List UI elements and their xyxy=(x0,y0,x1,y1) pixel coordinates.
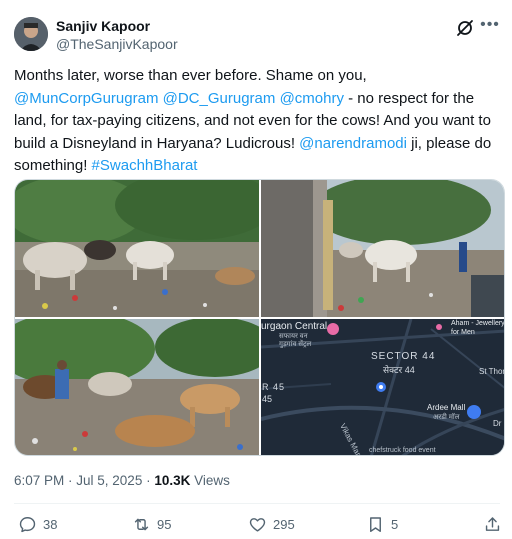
mention-muncorpgurugram[interactable]: @MunCorpGurugram xyxy=(14,90,158,107)
tweet-timestamp[interactable]: 6:07 PM · Jul 5, 2025 · xyxy=(14,473,154,488)
photo-cows-street[interactable] xyxy=(261,180,504,317)
mention-narendramodi[interactable]: @narendramodi xyxy=(299,135,407,152)
handle[interactable]: @TheSanjivKapoor xyxy=(56,35,178,53)
map-label-sector-44-local: सेक्टर 44 xyxy=(383,365,415,375)
heart-icon xyxy=(249,517,266,532)
mention-dc-gurugram[interactable]: @DC_Gurugram xyxy=(163,90,276,107)
repost-count: 95 xyxy=(157,516,172,532)
like-count: 295 xyxy=(273,516,295,532)
reply-button[interactable]: 38 xyxy=(18,513,57,535)
mention-cmohry[interactable]: @cmohry xyxy=(280,90,344,107)
photo-cows-garbage-2[interactable] xyxy=(15,319,259,455)
tweet-text: Months later, worse than ever before. Sh… xyxy=(14,65,504,178)
reply-count: 38 xyxy=(43,516,58,532)
share-button[interactable] xyxy=(483,513,502,535)
map-label-gurgaon-central: urgaon Central xyxy=(261,321,328,332)
more-dots-icon[interactable]: ••• xyxy=(480,17,500,37)
repost-button[interactable]: 95 xyxy=(132,513,171,535)
action-bar: 38 95 295 5 xyxy=(14,513,500,535)
tweet-text-segment: Months later, worse than ever before. Sh… xyxy=(14,67,367,84)
tweet-header: Sanjiv Kapoor @TheSanjivKapoor ••• xyxy=(14,14,500,54)
user-block: Sanjiv Kapoor @TheSanjivKapoor xyxy=(56,17,178,53)
media-grid: urgaon Central सफायर वन गुड़गांव सेंट्रल… xyxy=(14,179,505,456)
map-label-aham-line2: for Men xyxy=(451,329,475,336)
map-label-sector-45: R 45 xyxy=(262,382,286,392)
divider xyxy=(14,503,500,504)
display-name[interactable]: Sanjiv Kapoor xyxy=(56,17,178,35)
hashtag-swachhbharat[interactable]: #SwachhBharat xyxy=(92,157,198,174)
photo-map-screenshot[interactable]: urgaon Central सफायर वन गुड़गांव सेंट्रल… xyxy=(261,319,505,455)
map-label-chefstruck: chefstruck food event xyxy=(369,447,436,454)
reply-icon xyxy=(19,516,36,532)
map-label-st-thomas: St Thom xyxy=(479,367,504,376)
photo-cows-garbage-1[interactable] xyxy=(15,180,259,317)
share-icon xyxy=(485,516,500,531)
map-label-aham: Aham - Jewellery xyxy=(451,320,505,327)
repost-icon xyxy=(134,518,149,530)
grok-icon[interactable] xyxy=(456,19,474,37)
map-label-ardee-mall-local: अरडी मॉल xyxy=(433,414,460,421)
like-button[interactable]: 295 xyxy=(248,513,295,535)
map-label-gurgaon-central-local: गुड़गांव सेंट्रल xyxy=(279,341,312,348)
map-label-sector-44: SECTOR 44 xyxy=(371,351,436,362)
bookmark-button[interactable]: 5 xyxy=(366,513,398,535)
map-label-sector-45-line2: 45 xyxy=(262,394,273,404)
map-label-dr: Dr xyxy=(493,419,502,428)
avatar[interactable] xyxy=(14,17,48,51)
bookmark-icon xyxy=(370,516,381,532)
map-label-ardee-mall: Ardee Mall xyxy=(427,403,466,412)
views-count: 10.3K xyxy=(154,473,191,488)
tweet-meta: 6:07 PM · Jul 5, 2025 · 10.3K Views xyxy=(14,472,230,490)
bookmark-count: 5 xyxy=(391,516,399,532)
views-label: Views xyxy=(190,473,230,488)
